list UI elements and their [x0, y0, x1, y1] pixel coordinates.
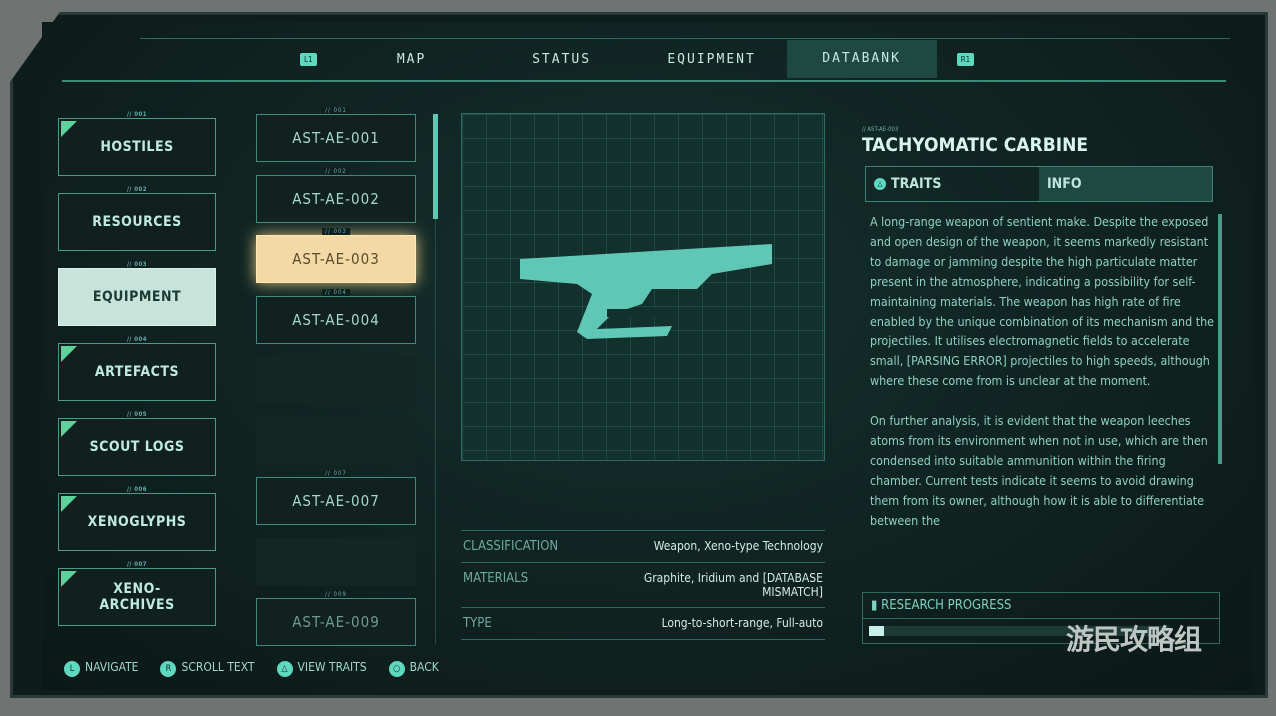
- category-number: // 005: [123, 411, 151, 418]
- spec-value: Weapon, Xeno-type Technology: [653, 539, 823, 553]
- category-label: SCOUT LOGS: [89, 439, 185, 455]
- description-paragraph: On further analysis, it is evident that …: [870, 413, 1208, 528]
- tab-map[interactable]: MAP: [337, 52, 487, 67]
- spec-key: TYPE: [463, 616, 492, 631]
- new-flag-icon: [61, 421, 77, 437]
- divider: [140, 38, 1230, 39]
- entry-empty-slot: [256, 537, 416, 586]
- entry-item[interactable]: // 002 AST-AE-002: [256, 167, 416, 223]
- new-flag-icon: [61, 571, 77, 587]
- entry-number: // 004: [322, 288, 350, 296]
- entry-item[interactable]: // 001 AST-AE-001: [256, 107, 416, 162]
- carbine-icon: [520, 244, 772, 339]
- category-scout-logs[interactable]: // 005 SCOUT LOGS: [58, 411, 216, 476]
- item-preview: [461, 113, 825, 461]
- category-number: // 003: [123, 261, 151, 268]
- description-scrollbar[interactable]: [1218, 214, 1222, 464]
- entry-label: AST-AE-007: [292, 492, 380, 510]
- description-paragraph: A long-range weapon of sentient make. De…: [870, 214, 1215, 389]
- detail-tabs: △ TRAITS INFO: [865, 166, 1213, 202]
- research-label: RESEARCH PROGRESS: [881, 598, 1012, 613]
- entry-label: AST-AE-003: [292, 250, 380, 268]
- l1-key[interactable]: L1: [300, 52, 317, 66]
- controller-button-icon: ○: [388, 661, 405, 677]
- category-number: // 006: [123, 486, 151, 493]
- tab-status[interactable]: STATUS: [487, 52, 637, 67]
- category-artefacts[interactable]: // 004 ARTEFACTS: [58, 336, 216, 401]
- entry-item[interactable]: // 007 AST-AE-007: [256, 470, 416, 525]
- tab-label: INFO: [1047, 176, 1082, 192]
- category-resources[interactable]: // 002 RESOURCES: [58, 186, 216, 251]
- r1-key[interactable]: R1: [956, 52, 975, 66]
- spec-value: Long-to-short-range, Full-auto: [661, 616, 823, 630]
- category-xeno-archives[interactable]: // 007 XENO-ARCHIVES: [58, 561, 216, 626]
- entry-item[interactable]: // 004 AST-AE-004: [256, 288, 416, 344]
- category-label: XENOGLYPHS: [87, 514, 187, 530]
- category-number: // 001: [123, 111, 151, 118]
- category-label: HOSTILES: [100, 139, 174, 155]
- spec-row: CLASSIFICATION Weapon, Xeno-type Technolo…: [461, 530, 825, 562]
- tab-equipment[interactable]: EQUIPMENT: [637, 52, 787, 67]
- top-nav: L1 MAP STATUS EQUIPMENT DATABANK R1: [280, 40, 994, 78]
- tab-info[interactable]: INFO: [1039, 167, 1212, 201]
- triangle-button-icon: △: [874, 178, 886, 190]
- controller-button-icon: L: [64, 661, 80, 677]
- description[interactable]: A long-range weapon of sentient make. De…: [870, 212, 1215, 566]
- category-hostiles[interactable]: // 001 HOSTILES: [58, 111, 216, 176]
- hint-view-traits[interactable]: △ VIEW TRAITS: [276, 660, 367, 677]
- entry-label: AST-AE-001: [292, 129, 380, 147]
- hint-label: BACK: [409, 660, 439, 674]
- entry-number: // 002: [322, 167, 350, 175]
- category-label: EQUIPMENT: [92, 289, 182, 305]
- tab-label: TRAITS: [891, 176, 942, 192]
- hint-label: NAVIGATE: [85, 660, 139, 674]
- entry-item[interactable]: // 003 AST-AE-003: [256, 228, 416, 283]
- new-flag-icon: [61, 121, 77, 137]
- category-equipment[interactable]: // 003 EQUIPMENT: [58, 261, 216, 326]
- entry-label: AST-AE-004: [292, 310, 380, 329]
- watermark-logo: 游民攻略组: [1066, 623, 1202, 656]
- item-id: // AST-AE-003: [862, 126, 899, 133]
- new-flag-icon: [61, 496, 77, 512]
- category-number: // 007: [123, 561, 151, 568]
- spec-table: CLASSIFICATION Weapon, Xeno-type Technolo…: [461, 530, 825, 640]
- entry-number: // 009: [322, 591, 350, 598]
- hint-label: VIEW TRAITS: [297, 660, 367, 674]
- tab-databank[interactable]: DATABANK: [786, 40, 937, 78]
- entry-number: // 003: [322, 228, 350, 235]
- new-flag-icon: [61, 346, 77, 362]
- spec-row: TYPE Long-to-short-range, Full-auto: [461, 607, 825, 640]
- entry-empty-slot: [256, 356, 416, 404]
- category-number: // 002: [123, 186, 151, 193]
- category-xenoglyphs[interactable]: // 006 XENOGLYPHS: [58, 486, 216, 551]
- category-number: // 004: [123, 336, 151, 343]
- controller-button-icon: R: [160, 661, 177, 677]
- entry-empty-slot: [256, 416, 416, 465]
- category-label: XENO-ARCHIVES: [99, 581, 175, 613]
- item-title: TACHYOMATIC CARBINE: [862, 134, 1089, 156]
- hint-navigate[interactable]: L NAVIGATE: [64, 660, 138, 677]
- hint-back[interactable]: ○ BACK: [388, 660, 439, 677]
- spec-value: Graphite, Iridium and [DATABASE MISMATCH…: [643, 571, 823, 599]
- list-scrollbar[interactable]: [433, 114, 438, 219]
- spec-key: CLASSIFICATION: [463, 539, 559, 554]
- entry-number: // 001: [322, 107, 350, 114]
- entry-number: // 007: [322, 470, 350, 477]
- bar-chart-icon: ▮: [871, 598, 882, 613]
- category-label: ARTEFACTS: [94, 364, 180, 380]
- tab-traits[interactable]: △ TRAITS: [866, 167, 1039, 201]
- entry-label: AST-AE-009: [292, 613, 380, 631]
- hint-label: SCROLL TEXT: [181, 660, 255, 674]
- controller-button-icon: △: [276, 661, 293, 677]
- spec-key: MATERIALS: [463, 571, 529, 586]
- divider: [62, 80, 1226, 82]
- research-progress-fill: [869, 626, 884, 636]
- hint-scroll-text[interactable]: R SCROLL TEXT: [160, 660, 255, 677]
- category-label: RESOURCES: [92, 214, 182, 230]
- entry-item[interactable]: // 009 AST-AE-009: [256, 591, 416, 646]
- entry-label: AST-AE-002: [292, 189, 380, 208]
- spec-row: MATERIALS Graphite, Iridium and [DATABASE…: [461, 562, 825, 607]
- control-hints: L NAVIGATE R SCROLL TEXT △ VIEW TRAITS ○ BACK: [64, 660, 439, 677]
